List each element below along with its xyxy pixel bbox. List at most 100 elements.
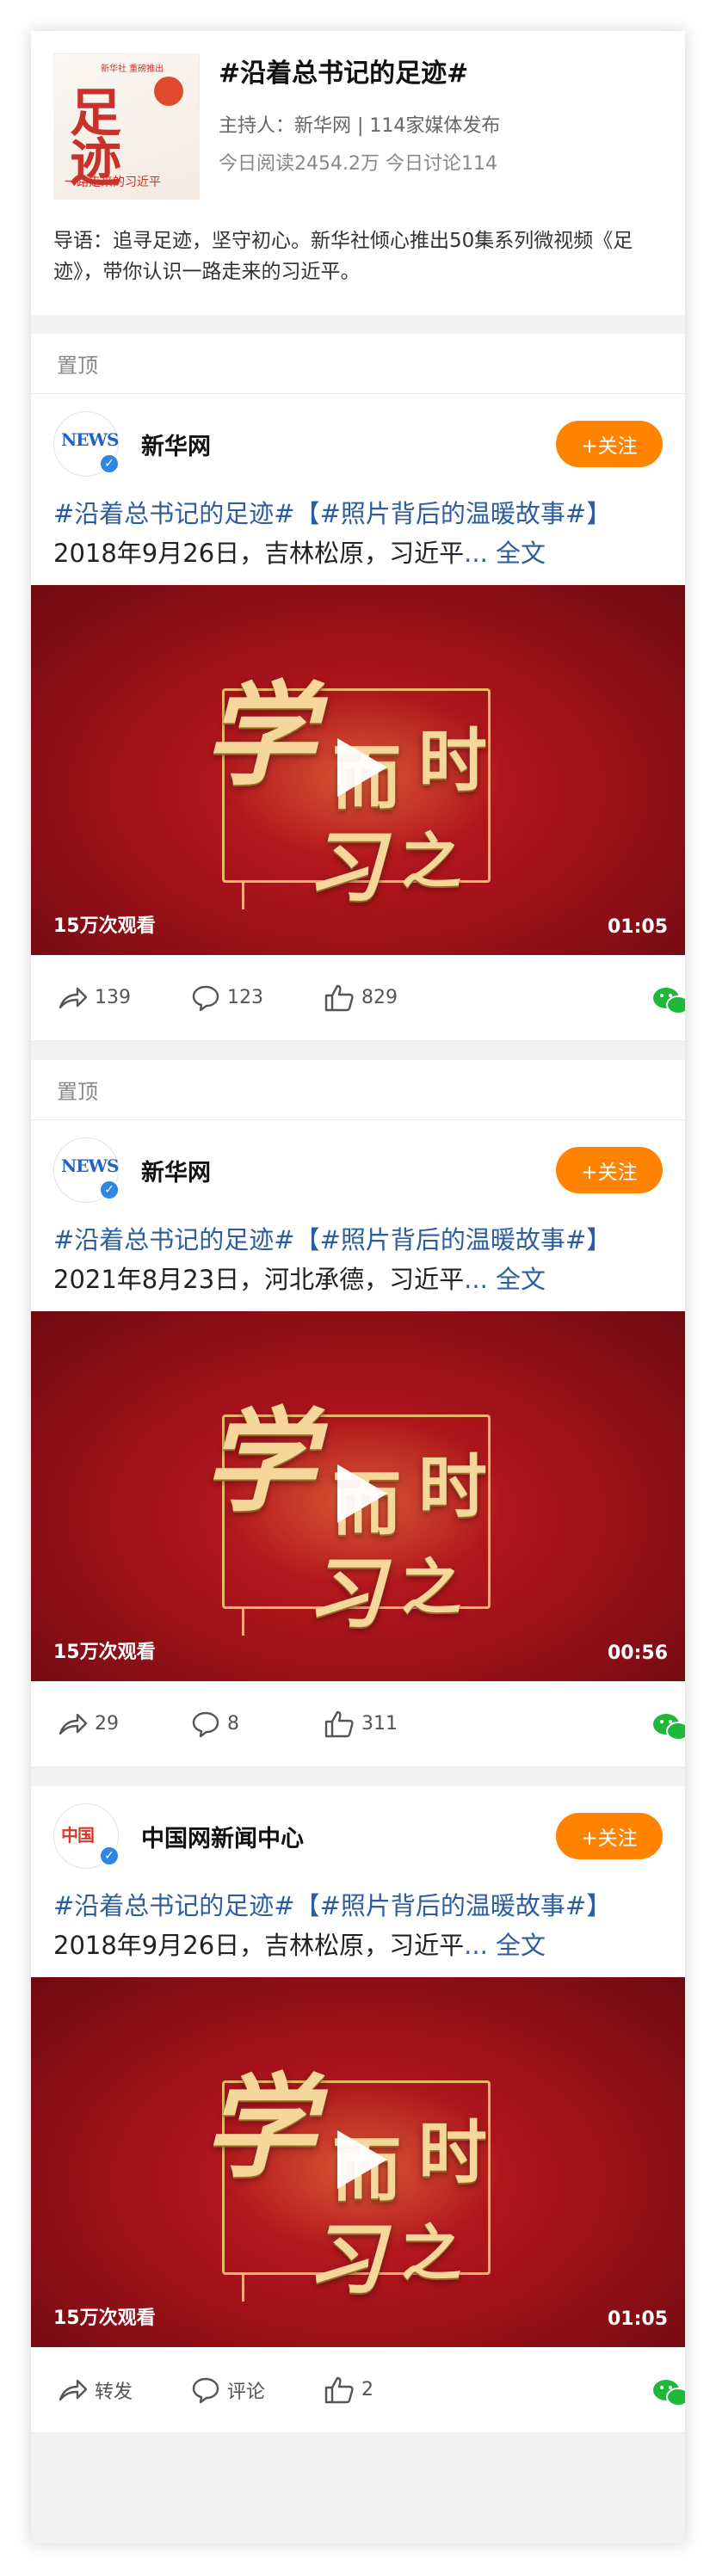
share-count: 29 bbox=[95, 1713, 119, 1735]
wechat-share-icon[interactable] bbox=[651, 984, 685, 1019]
topic-host[interactable]: 主持人：新华网 | 114家媒体发布 bbox=[219, 114, 500, 139]
comment-count: 123 bbox=[227, 987, 263, 1008]
wechat-share-icon[interactable] bbox=[651, 1710, 685, 1745]
view-count: 15万次观看 bbox=[53, 2308, 156, 2329]
like-icon bbox=[324, 2376, 354, 2403]
share-count: 139 bbox=[95, 987, 131, 1008]
wechat-share-icon[interactable] bbox=[651, 2376, 685, 2411]
video-duration: 00:56 bbox=[607, 1642, 668, 1664]
view-count: 15万次观看 bbox=[53, 1642, 156, 1663]
comment-count: 8 bbox=[227, 1713, 239, 1735]
video-title-char: 学 bbox=[203, 669, 316, 801]
post-body: 2018年9月26日，吉林松原，习近平 bbox=[53, 539, 465, 568]
divider bbox=[31, 315, 685, 334]
page: 新华社 重磅推出 足迹 一路走来的习近平 #沿着总书记的足迹# 主持人：新华网 … bbox=[0, 0, 716, 2576]
play-icon[interactable] bbox=[337, 738, 387, 797]
video-title-char: 习 bbox=[306, 2214, 384, 2305]
full-text-link[interactable]: 全文 bbox=[496, 1931, 546, 1960]
hashtag-link[interactable]: #沿着总书记的足迹# bbox=[53, 1891, 295, 1920]
share-icon bbox=[59, 987, 88, 1008]
feed-card: NEWS ✓ 新华网 +关注 #沿着总书记的足迹#【#照片背后的温暖故事#】 20… bbox=[31, 1120, 685, 1767]
comment-button[interactable]: 评论 bbox=[191, 2376, 324, 2404]
share-button[interactable]: 29 bbox=[57, 1711, 191, 1737]
video-title-char: 习 bbox=[306, 1548, 384, 1639]
play-icon[interactable] bbox=[337, 2130, 387, 2189]
topic-info: #沿着总书记的足迹# 主持人：新华网 | 114家媒体发布 今日阅读2454.2… bbox=[219, 53, 500, 200]
video-title-char: 时 bbox=[418, 1446, 487, 1527]
topic-intro: 导语：追寻足迹，坚守初心。新华社倾心推出50集系列微视频《足 迹》，带你认识一路… bbox=[53, 230, 633, 283]
like-count: 829 bbox=[361, 987, 398, 1008]
verified-badge-icon: ✓ bbox=[99, 453, 120, 474]
cover-sun-icon bbox=[154, 77, 183, 106]
video-title-char: 之 bbox=[401, 2217, 461, 2289]
like-count: 311 bbox=[361, 1713, 398, 1735]
author-row: NEWS ✓ 新华网 +关注 bbox=[31, 394, 685, 494]
share-icon bbox=[59, 1713, 88, 1735]
like-icon bbox=[324, 1710, 354, 1737]
comment-button[interactable]: 8 bbox=[191, 1710, 324, 1738]
topic-title: #沿着总书记的足迹# bbox=[219, 59, 469, 89]
verified-badge-icon: ✓ bbox=[99, 1846, 120, 1866]
avatar[interactable]: NEWS ✓ bbox=[53, 411, 120, 477]
video-title-char: 时 bbox=[418, 720, 487, 801]
pinned-label: 置顶 bbox=[31, 1060, 685, 1120]
xinhua-logo-icon: NEWS bbox=[61, 1156, 119, 1176]
follow-button[interactable]: +关注 bbox=[556, 1813, 663, 1859]
video-player[interactable]: 学 而 时 习 之 15万次观看 01:05 bbox=[31, 1977, 685, 2347]
action-bar: 转发 评论 2 bbox=[31, 2347, 685, 2433]
post-text: #沿着总书记的足迹#【#照片背后的温暖故事#】 2018年9月26日，吉林松原，习… bbox=[31, 1886, 685, 1965]
comment-icon bbox=[192, 1711, 219, 1737]
share-button[interactable]: 139 bbox=[57, 985, 191, 1011]
action-bar: 139 123 829 bbox=[31, 955, 685, 1041]
full-text-link[interactable]: 全文 bbox=[496, 1265, 546, 1294]
video-duration: 01:05 bbox=[607, 2308, 668, 2330]
hashtag-link[interactable]: 【#照片背后的温暖故事#】 bbox=[295, 1891, 612, 1920]
post-body: 2021年8月23日，河北承德，习近平 bbox=[53, 1265, 465, 1294]
video-duration: 01:05 bbox=[607, 916, 668, 938]
follow-button[interactable]: +关注 bbox=[556, 421, 663, 467]
author-name[interactable]: 中国网新闻中心 bbox=[141, 1820, 304, 1853]
comment-label: 评论 bbox=[227, 2381, 266, 2403]
video-player[interactable]: 学 而 时 习 之 15万次观看 00:56 bbox=[31, 1311, 685, 1681]
like-button[interactable]: 829 bbox=[324, 983, 461, 1013]
full-text-link[interactable]: 全文 bbox=[496, 539, 546, 568]
topic-cover-image: 新华社 重磅推出 足迹 一路走来的习近平 bbox=[53, 53, 200, 200]
feed-card: NEWS ✓ 新华网 +关注 #沿着总书记的足迹#【#照片背后的温暖故事#】 20… bbox=[31, 394, 685, 1041]
like-button[interactable]: 311 bbox=[324, 1710, 461, 1739]
video-title-char: 之 bbox=[401, 825, 461, 897]
share-button[interactable]: 转发 bbox=[57, 2376, 191, 2404]
author-row: NEWS ✓ 新华网 +关注 bbox=[31, 1120, 685, 1220]
hashtag-link[interactable]: #沿着总书记的足迹# bbox=[53, 1225, 295, 1254]
like-icon bbox=[324, 984, 354, 1011]
video-title-char: 之 bbox=[401, 1551, 461, 1623]
divider bbox=[31, 1767, 685, 1786]
author-name[interactable]: 新华网 bbox=[141, 428, 211, 461]
video-title-char: 学 bbox=[203, 2061, 316, 2193]
follow-button[interactable]: +关注 bbox=[556, 1147, 663, 1193]
post-text: #沿着总书记的足迹#【#照片背后的温暖故事#】 2021年8月23日，河北承德，习… bbox=[31, 1220, 685, 1299]
post-text: #沿着总书记的足迹#【#照片背后的温暖故事#】 2018年9月26日，吉林松原，习… bbox=[31, 494, 685, 573]
comment-icon bbox=[192, 985, 219, 1011]
hashtag-link[interactable]: 【#照片背后的温暖故事#】 bbox=[295, 1225, 612, 1254]
hashtag-link[interactable]: #沿着总书记的足迹# bbox=[53, 499, 295, 528]
hashtag-link[interactable]: 【#照片背后的温暖故事#】 bbox=[295, 499, 612, 528]
comment-button[interactable]: 123 bbox=[191, 984, 324, 1012]
video-player[interactable]: 学 而 时 习 之 15万次观看 01:05 bbox=[31, 585, 685, 955]
play-icon[interactable] bbox=[337, 1464, 387, 1523]
topic-header: 新华社 重磅推出 足迹 一路走来的习近平 #沿着总书记的足迹# 主持人：新华网 … bbox=[31, 31, 685, 315]
author-name[interactable]: 新华网 bbox=[141, 1154, 211, 1187]
like-button[interactable]: 2 bbox=[324, 2376, 461, 2405]
feed-card: 中国 ✓ 中国网新闻中心 +关注 #沿着总书记的足迹#【#照片背后的温暖故事#】… bbox=[31, 1786, 685, 2433]
ellipsis: ... bbox=[464, 1931, 497, 1960]
post-body: 2018年9月26日，吉林松原，习近平 bbox=[53, 1931, 465, 1960]
avatar[interactable]: NEWS ✓ bbox=[53, 1137, 120, 1203]
video-title-char: 学 bbox=[203, 1396, 316, 1527]
xinhua-logo-icon: NEWS bbox=[61, 429, 119, 450]
comment-icon bbox=[192, 2377, 219, 2403]
verified-badge-icon: ✓ bbox=[99, 1180, 120, 1200]
video-title-char: 时 bbox=[418, 2112, 487, 2193]
cover-mini-text: 新华社 重磅推出 bbox=[101, 65, 164, 74]
video-title-char: 习 bbox=[306, 822, 384, 913]
avatar[interactable]: 中国 ✓ bbox=[53, 1803, 120, 1869]
cover-subtitle: 一路走来的习近平 bbox=[65, 176, 161, 189]
